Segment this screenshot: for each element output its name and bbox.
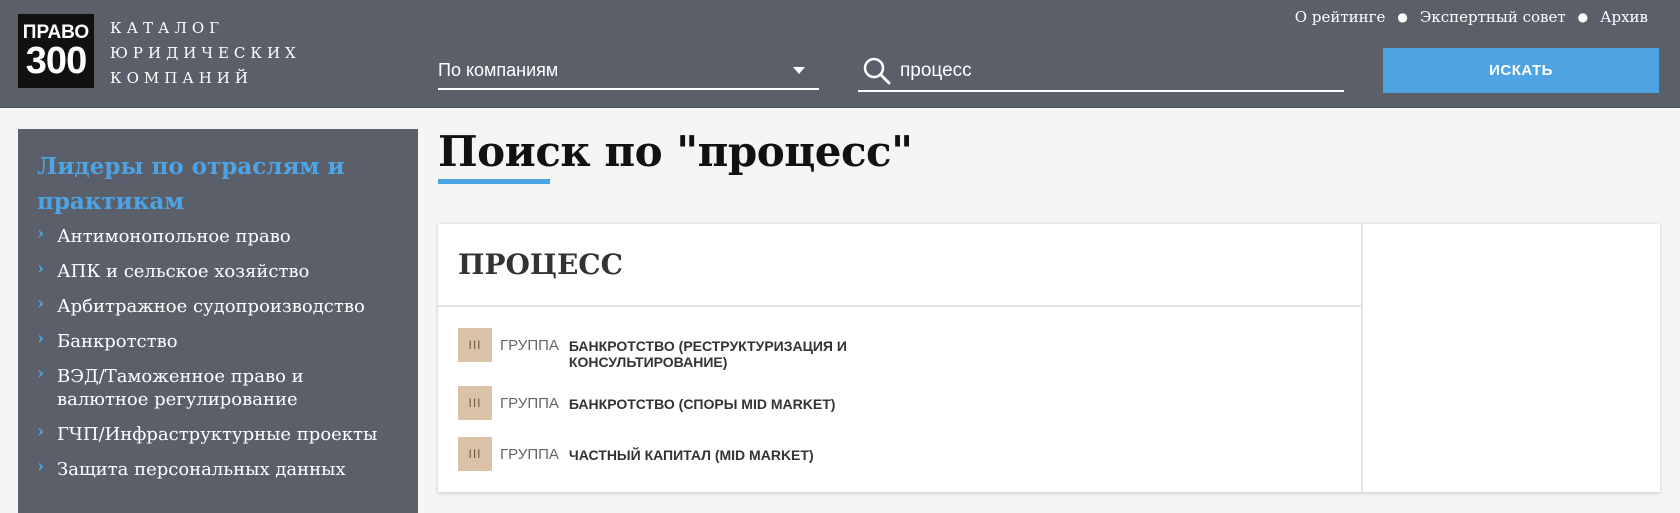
pravo300-logo[interactable]: ПРАВО 300 bbox=[18, 14, 94, 88]
sidebar-item[interactable]: › ВЭД/Таможенное право и валютное регулир… bbox=[37, 363, 400, 411]
results-card: ПРОЦЕСС III ГРУППА БАНКРОТСТВО (РЕСТРУКТ… bbox=[438, 224, 1660, 492]
search-icon bbox=[862, 56, 892, 86]
sidebar-item[interactable]: › АПК и сельское хозяйство bbox=[37, 258, 400, 283]
sidebar-item[interactable]: › Защита персональных данных bbox=[37, 456, 400, 481]
sidebar-item[interactable]: › Антимонопольное право bbox=[37, 223, 400, 248]
title-underline bbox=[438, 179, 550, 184]
sidebar-item-label: Антимонопольное право bbox=[57, 226, 291, 247]
site-header: ПРАВО 300 КАТАЛОГ ЮРИДИЧЕСКИХ КОМПАНИЙ О… bbox=[0, 0, 1680, 108]
chevron-right-icon: › bbox=[37, 258, 45, 279]
catalog-tagline: КАТАЛОГ ЮРИДИЧЕСКИХ КОМПАНИЙ bbox=[110, 16, 301, 91]
divider bbox=[438, 305, 1361, 307]
chevron-right-icon: › bbox=[37, 456, 45, 477]
search-filter-value: По компаниям bbox=[438, 59, 559, 80]
sidebar-item-label: ВЭД/Таможенное право и валютное регулиро… bbox=[57, 366, 304, 410]
group-label: ГРУППА bbox=[500, 395, 559, 412]
nav-separator: ● bbox=[1577, 10, 1589, 24]
sidebar-item-label: АПК и сельское хозяйство bbox=[57, 261, 310, 282]
result-row[interactable]: III ГРУППА ЧАСТНЫЙ КАПИТАЛ (MID MARKET) bbox=[458, 437, 869, 471]
logo-line1: ПРАВО bbox=[22, 22, 90, 43]
catalog-line: КАТАЛОГ bbox=[110, 19, 225, 37]
search-button[interactable]: ИСКАТЬ bbox=[1383, 48, 1659, 93]
search-input[interactable] bbox=[900, 60, 1320, 82]
results-heading: ПРОЦЕСС bbox=[458, 248, 623, 281]
logo-line2: 300 bbox=[25, 40, 87, 82]
chevron-right-icon: › bbox=[37, 363, 45, 384]
catalog-line: ЮРИДИЧЕСКИХ bbox=[110, 44, 301, 62]
result-name: ЧАСТНЫЙ КАПИТАЛ (MID MARKET) bbox=[568, 447, 814, 463]
chevron-right-icon: › bbox=[37, 421, 45, 442]
sidebar-item-label: Защита персональных данных bbox=[57, 459, 346, 480]
result-name: БАНКРОТСТВО (СПОРЫ MID MARKET) bbox=[568, 396, 836, 412]
nav-separator: ● bbox=[1397, 10, 1408, 24]
sidebar-item-label: Арбитражное судопроизводство bbox=[57, 296, 365, 317]
catalog-line: КОМПАНИЙ bbox=[110, 69, 253, 87]
divider bbox=[1361, 224, 1363, 492]
nav-about-rating[interactable]: О рейтинге bbox=[1295, 8, 1386, 26]
group-label: ГРУППА bbox=[500, 337, 559, 354]
rank-badge: III bbox=[458, 437, 492, 471]
sidebar-item-label: ГЧП/Инфраструктурные проекты bbox=[57, 424, 378, 445]
result-name: БАНКРОТСТВО (РЕСТРУКТУРИЗАЦИЯ И КОНСУЛЬТ… bbox=[568, 338, 847, 370]
page-title: Поиск по "процесс" bbox=[438, 127, 913, 176]
top-nav: О рейтинге ● Экспертный совет ● Архив bbox=[1295, 8, 1648, 26]
chevron-right-icon: › bbox=[37, 293, 45, 314]
sidebar-item[interactable]: › Арбитражное судопроизводство bbox=[37, 293, 400, 318]
search-box bbox=[858, 52, 1344, 92]
result-row[interactable]: III ГРУППА БАНКРОТСТВО (РЕСТРУКТУРИЗАЦИЯ… bbox=[458, 328, 869, 370]
result-row[interactable]: III ГРУППА БАНКРОТСТВО (СПОРЫ MID MARKET… bbox=[458, 386, 869, 420]
sidebar-item-label: Банкротство bbox=[57, 331, 178, 352]
chevron-down-icon bbox=[793, 66, 805, 74]
search-filter-select[interactable]: По компаниям bbox=[438, 52, 819, 90]
chevron-right-icon: › bbox=[37, 328, 45, 349]
nav-expert-council[interactable]: Экспертный совет bbox=[1420, 8, 1566, 26]
nav-archive[interactable]: Архив bbox=[1600, 8, 1648, 26]
group-label: ГРУППА bbox=[500, 446, 559, 463]
rank-badge: III bbox=[458, 386, 492, 420]
sidebar-item[interactable]: › Банкротство bbox=[37, 328, 400, 353]
rank-badge: III bbox=[458, 328, 492, 362]
sidebar: Лидеры по отраслям и практикам › Антимоно… bbox=[18, 129, 418, 513]
sidebar-title: Лидеры по отраслям и практикам bbox=[37, 153, 345, 215]
sidebar-item[interactable]: › ГЧП/Инфраструктурные проекты bbox=[37, 421, 400, 446]
sidebar-list: › Антимонопольное право › АПК и сельское х… bbox=[37, 223, 400, 481]
chevron-right-icon: › bbox=[37, 223, 45, 244]
